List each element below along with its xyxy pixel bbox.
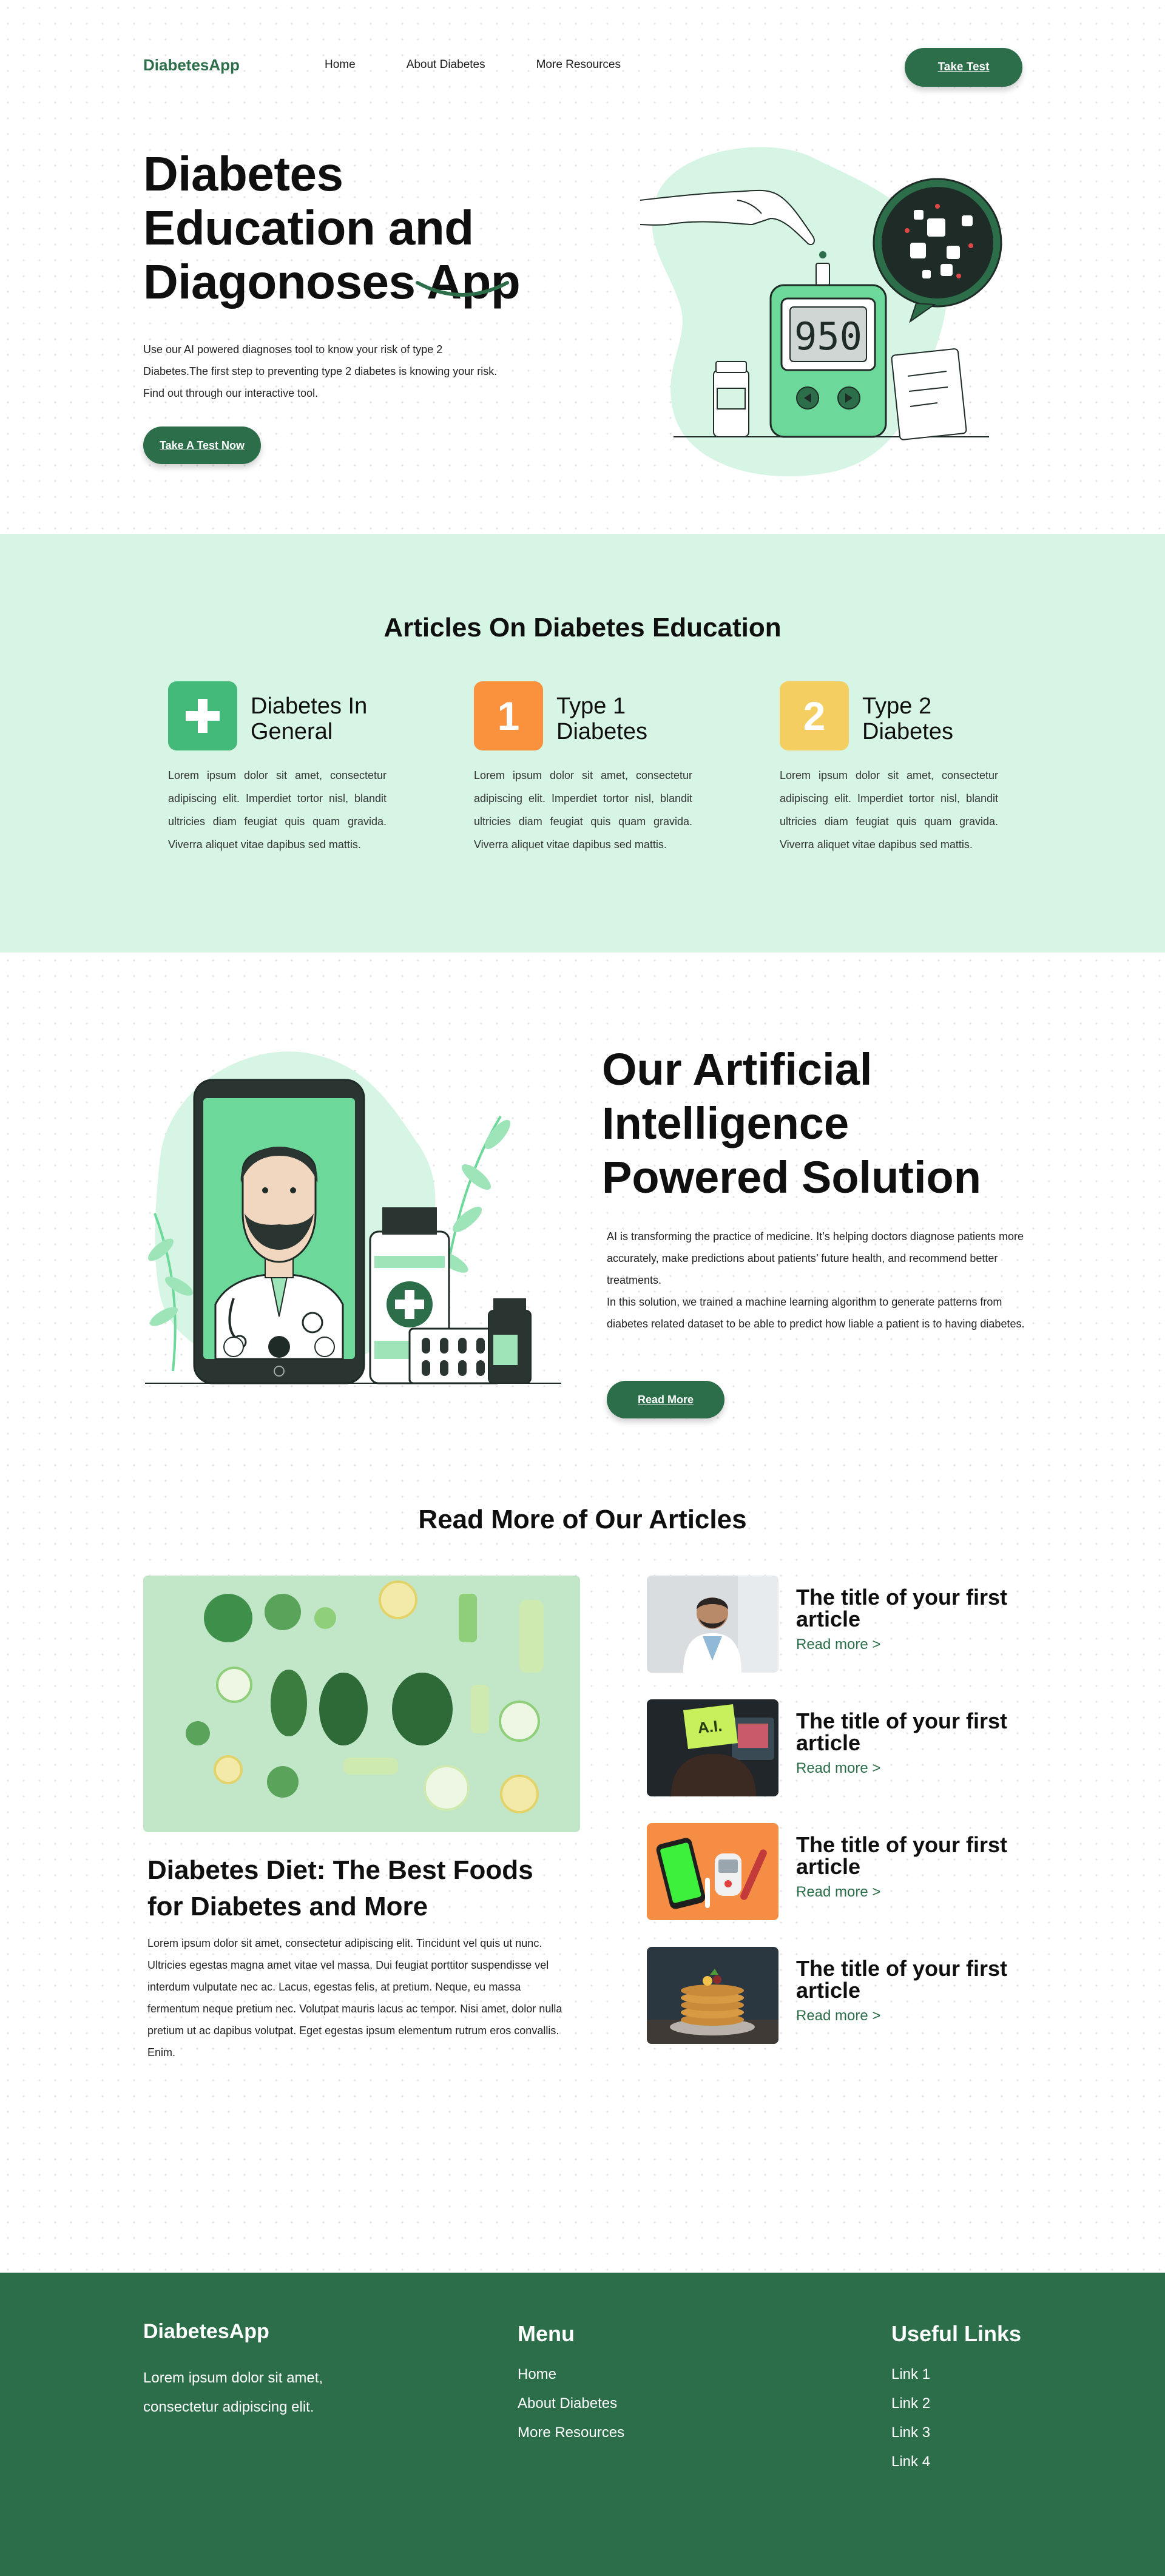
footer-link-home[interactable]: Home [518,2360,624,2389]
article-title[interactable]: The title of your first article [796,1834,1015,1878]
footer-link-about-diabetes[interactable]: About Diabetes [518,2389,624,2418]
hero-section: Diabetes Education and Diagonoses App Us… [0,133,1165,534]
meter-reading: 950 [794,314,862,359]
glucose-meter-illustration: 950 [640,147,1002,477]
footer-link-2[interactable]: Link 2 [891,2389,1021,2418]
glucose-devices-photo[interactable] [647,1823,778,1920]
title-underline-decoration [416,281,509,297]
ai-paragraph: In this solution, we trained a machine l… [607,1296,1025,1330]
education-card-text: Lorem ipsum dolor sit amet, consectetur … [780,769,998,851]
education-card-title: Diabetes In General [251,693,368,744]
read-more-link[interactable]: Read more > [796,1884,880,1901]
ai-title-line: Our Artificial [602,1044,873,1094]
article-list-item[interactable]: The title of your first article Read mor… [647,1576,1023,1673]
education-section: Articles On Diabetes Education Diabetes … [0,534,1165,953]
education-card-text: Lorem ipsum dolor sit amet, consectetur … [168,769,387,851]
feature-article-title[interactable]: Diabetes Diet: The Best Foods for Diabet… [147,1852,572,1925]
take-a-test-now-button[interactable]: Take A Test Now [143,427,261,464]
ai-sign-text: A.I. [697,1716,723,1737]
telemedicine-doctor-illustration [145,1051,561,1384]
plus-icon [168,681,237,750]
hero-title-line: Diabetes [143,147,343,201]
read-more-button[interactable]: Read More [607,1381,724,1418]
logo[interactable]: DiabetesApp [143,56,240,75]
read-more-link[interactable]: Read more > [796,1760,880,1777]
hero-title-line: Education and [143,201,474,255]
education-card-text: Lorem ipsum dolor sit amet, consectetur … [474,769,692,851]
take-test-button[interactable]: Take Test [905,48,1022,87]
number-two-icon: 2 [780,681,849,750]
education-card[interactable]: 1 Type 1 Diabetes Lorem ipsum dolor sit … [474,681,692,856]
footer-link-more-resources[interactable]: More Resources [518,2418,624,2447]
vegetables-feature-image[interactable] [143,1576,580,1832]
footer-useful-title: Useful Links [891,2321,1022,2346]
number-one-icon: 1 [474,681,543,750]
article-title[interactable]: The title of your first article [796,1958,1015,2001]
footer-menu-title: Menu [518,2321,575,2346]
nav-link-about-diabetes[interactable]: About Diabetes [407,58,485,72]
footer-link-4[interactable]: Link 4 [891,2447,1021,2477]
doctor-photo[interactable] [647,1576,778,1673]
ai-section-title: Our Artificial Intelligence Powered Solu… [602,1042,981,1204]
ai-title-line: Intelligence [602,1098,849,1148]
read-more-section: Read More of Our Articles Diabetes Diet:… [0,1499,1165,2273]
ai-sign-photo[interactable]: A.I. [647,1699,778,1796]
education-card-title: Type 2 Diabetes [862,693,953,744]
footer-description: Lorem ipsum dolor sit amet, consectetur … [143,2370,323,2415]
nav-link-more-resources[interactable]: More Resources [536,58,621,72]
ai-title-line: Powered Solution [602,1152,981,1202]
education-section-title: Articles On Diabetes Education [383,613,782,642]
footer-link-1[interactable]: Link 1 [891,2360,1021,2389]
nav-link-home[interactable]: Home [325,58,356,72]
article-list-item[interactable]: The title of your first article Read mor… [647,1947,1023,2044]
footer-menu: Menu Home About Diabetes More Resources [518,2321,624,2447]
footer-useful-links: Useful Links Link 1 Link 2 Link 3 Link 4 [891,2321,1021,2477]
education-card[interactable]: 2 Type 2 Diabetes Lorem ipsum dolor sit … [780,681,998,856]
footer-logo[interactable]: DiabetesApp [143,2320,269,2344]
read-more-link[interactable]: Read more > [796,1636,880,1653]
article-list-item[interactable]: The title of your first article Read mor… [647,1823,1023,1920]
footer: DiabetesApp Lorem ipsum dolor sit amet, … [0,2273,1165,2576]
article-title[interactable]: The title of your first article [796,1710,1015,1754]
ai-solution-section: Our Artificial Intelligence Powered Solu… [0,953,1165,1499]
pancakes-photo[interactable] [647,1947,778,2044]
top-nav: DiabetesApp Home About Diabetes More Res… [0,0,1165,133]
ai-description: AI is transforming the practice of medic… [607,1226,1025,1335]
read-more-link[interactable]: Read more > [796,2008,880,2025]
read-more-section-title: Read More of Our Articles [418,1505,747,1534]
article-list-item[interactable]: A.I. The title of your first article Rea… [647,1699,1023,1796]
feature-article-text: Lorem ipsum dolor sit amet, consectetur … [147,1937,562,2058]
footer-link-3[interactable]: Link 3 [891,2418,1021,2447]
education-card-title: Type 1 Diabetes [556,693,647,744]
education-card[interactable]: Diabetes In General Lorem ipsum dolor si… [168,681,387,856]
nav-links: Home About Diabetes More Resources [325,58,672,72]
hero-description: Use our AI powered diagnoses tool to kno… [143,343,498,399]
article-title[interactable]: The title of your first article [796,1586,1015,1630]
ai-paragraph: AI is transforming the practice of medic… [607,1230,1024,1286]
